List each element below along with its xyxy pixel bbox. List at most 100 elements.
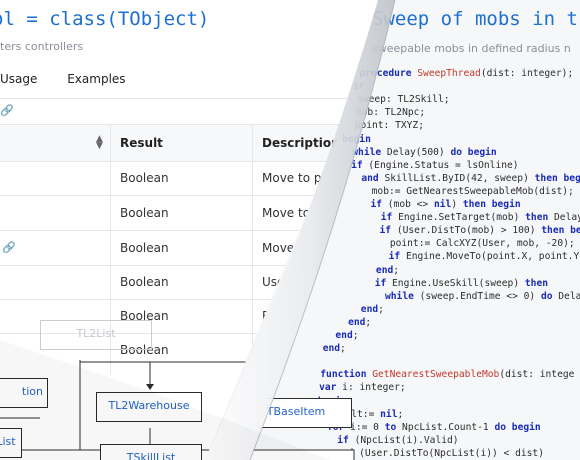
code-text: ;: [365, 316, 372, 328]
doc-tabs: Usage Examples: [0, 72, 152, 94]
code-keyword: then begin: [462, 199, 521, 210]
diagram-box[interactable]: List: [0, 428, 22, 458]
result-cell: Boolean: [120, 171, 169, 185]
diagram-box-tl2list[interactable]: TL2List: [40, 320, 152, 350]
code-text: sweep: TL2Skill;: [357, 94, 450, 106]
tab-usage[interactable]: Usage: [0, 72, 37, 86]
code-keyword: then: [525, 212, 555, 224]
code-text: (dist: intege: [499, 369, 575, 381]
diagram-box-tskilllist[interactable]: TSkillList: [100, 444, 202, 460]
code-line: mob: TL2Npc;: [356, 107, 425, 118]
code-line: function GetNearestSweepableMob(dist: in…: [320, 369, 574, 380]
code-keyword: nil: [433, 199, 452, 210]
code-keyword: if: [370, 199, 388, 210]
code-text: Delay(99: [554, 212, 580, 224]
link-icon[interactable]: 🔗: [2, 241, 16, 254]
code-text: (User.DistTo(NpcList(i)) < dist): [359, 447, 544, 459]
code-keyword: var: [319, 382, 343, 394]
code-line: if Engine.UseSkill(sweep) then: [375, 278, 548, 289]
code-keyword: and: [361, 172, 385, 184]
code-text: ;: [352, 330, 359, 341]
code-text: Delay(500): [386, 146, 451, 158]
diagram-box[interactable]: tion: [0, 378, 48, 408]
code-keyword: if: [374, 277, 393, 289]
code-text: (User.DistTo(mob) > 100): [396, 225, 542, 237]
code-text: Engine.UseSkill(sweep): [392, 277, 525, 289]
code-text: (dist: integer);: [480, 68, 574, 79]
class-title: ol = class(TObject): [0, 8, 210, 30]
code-text: SkillList.ByID(42, sweep): [384, 172, 535, 184]
code-line: begin: [342, 134, 371, 145]
code-keyword: while: [385, 290, 420, 302]
code-line: sweep: TL2Skill;: [357, 94, 449, 105]
code-line: for i:= 0 to NpcList.Count-1 do begin: [327, 422, 541, 433]
tab-examples[interactable]: Examples: [67, 72, 125, 86]
code-text: Engine.MoveTo(point.X, point.Y, p: [405, 251, 580, 263]
code-line: end;: [348, 317, 371, 328]
code-keyword: then begin: [541, 225, 580, 237]
code-keyword: end: [360, 303, 379, 315]
diagram-box-tl2warehouse[interactable]: TL2Warehouse: [96, 392, 202, 422]
code-keyword: procedure: [359, 68, 418, 79]
code-keyword: end: [348, 316, 366, 328]
code-text: Delay: [558, 290, 580, 302]
sort-icon[interactable]: ▲ ▼: [96, 135, 103, 151]
code-text: mob: TL2Npc;: [355, 107, 426, 119]
code-text: i: integer;: [342, 382, 406, 394]
code-line: and SkillList.ByID(42, sweep) then begin: [361, 173, 580, 184]
code-keyword: function: [320, 369, 373, 381]
code-keyword: end: [375, 264, 394, 276]
code-keyword: to: [384, 421, 403, 433]
code-text: (mob <>: [387, 199, 434, 210]
code-keyword: do: [540, 290, 559, 302]
code-keyword: end: [335, 330, 353, 341]
code-line: end;: [323, 343, 346, 354]
code-line: var i: integer;: [319, 382, 406, 393]
code-line: if (Engine.Status = lsOnline): [351, 160, 519, 171]
code-keyword: while: [352, 146, 387, 158]
code-text: ): [451, 199, 463, 210]
result-cell: Boolean: [120, 241, 169, 255]
code-keyword: do begin: [450, 146, 497, 158]
diagram-connectors: [250, 449, 355, 460]
code-text: NpcList.Count-1: [402, 421, 495, 433]
link-icon[interactable]: 🔗: [0, 104, 14, 117]
code-keyword: then: [524, 277, 548, 289]
code-keyword: if: [388, 251, 406, 263]
example-title: Sweep of mobs in trai: [372, 8, 580, 30]
code-line: if (User.DistTo(mob) > 100) then begin: [380, 225, 580, 236]
code-text: ;: [378, 303, 384, 315]
code-function-name: GetNearestSweepableMob: [372, 369, 500, 381]
code-line: end;: [361, 304, 384, 315]
code-line: while Delay(500) do begin: [352, 147, 496, 158]
code-text: i:= 0: [350, 421, 385, 433]
code-text: mob:= GetNearestSweepableMob(dist);: [371, 185, 574, 197]
code-line: end;: [335, 330, 358, 341]
code-text: point: TXYZ;: [354, 120, 424, 132]
code-line: if (mob <> nil) then begin: [370, 199, 520, 210]
code-keyword: nil: [380, 408, 398, 420]
code-line: procedure SweepThread(dist: integer);: [360, 68, 574, 79]
code-line: point:= CalcXYZ(User, mob, -20);: [390, 238, 575, 249]
code-line: while (sweep.EndTime <> 0) do Delay: [385, 291, 580, 302]
code-keyword: if: [380, 212, 399, 224]
code-line: point: TXYZ;: [355, 120, 424, 131]
code-text: ;: [393, 264, 400, 276]
code-keyword: do begin: [494, 421, 541, 433]
example-subtitle: sweepable mobs in defined radius n: [372, 42, 571, 55]
header-result[interactable]: Result: [120, 136, 163, 150]
code-keyword: if: [351, 159, 369, 171]
header-description[interactable]: Description: [262, 136, 340, 150]
result-cell: Boolean: [120, 275, 169, 289]
diagram-box-tbaseitem[interactable]: TBaseItem: [250, 398, 352, 428]
code-line: if Engine.SetTarget(mob) then Delay(99: [381, 212, 580, 223]
code-line: if Engine.MoveTo(point.X, point.Y, p: [389, 251, 580, 262]
code-text: (sweep.EndTime <> 0): [419, 290, 541, 302]
code-keyword: end: [322, 343, 341, 355]
code-text: ;: [397, 408, 404, 420]
class-subtitle: cters controllers: [0, 40, 84, 53]
code-text: point:= CalcXYZ(User, mob, -20);: [389, 238, 575, 250]
code-function-name: SweepThread: [417, 68, 481, 79]
code-line: mob:= GetNearestSweepableMob(dist);: [372, 186, 574, 197]
code-text: Engine.SetTarget(mob): [398, 212, 526, 224]
